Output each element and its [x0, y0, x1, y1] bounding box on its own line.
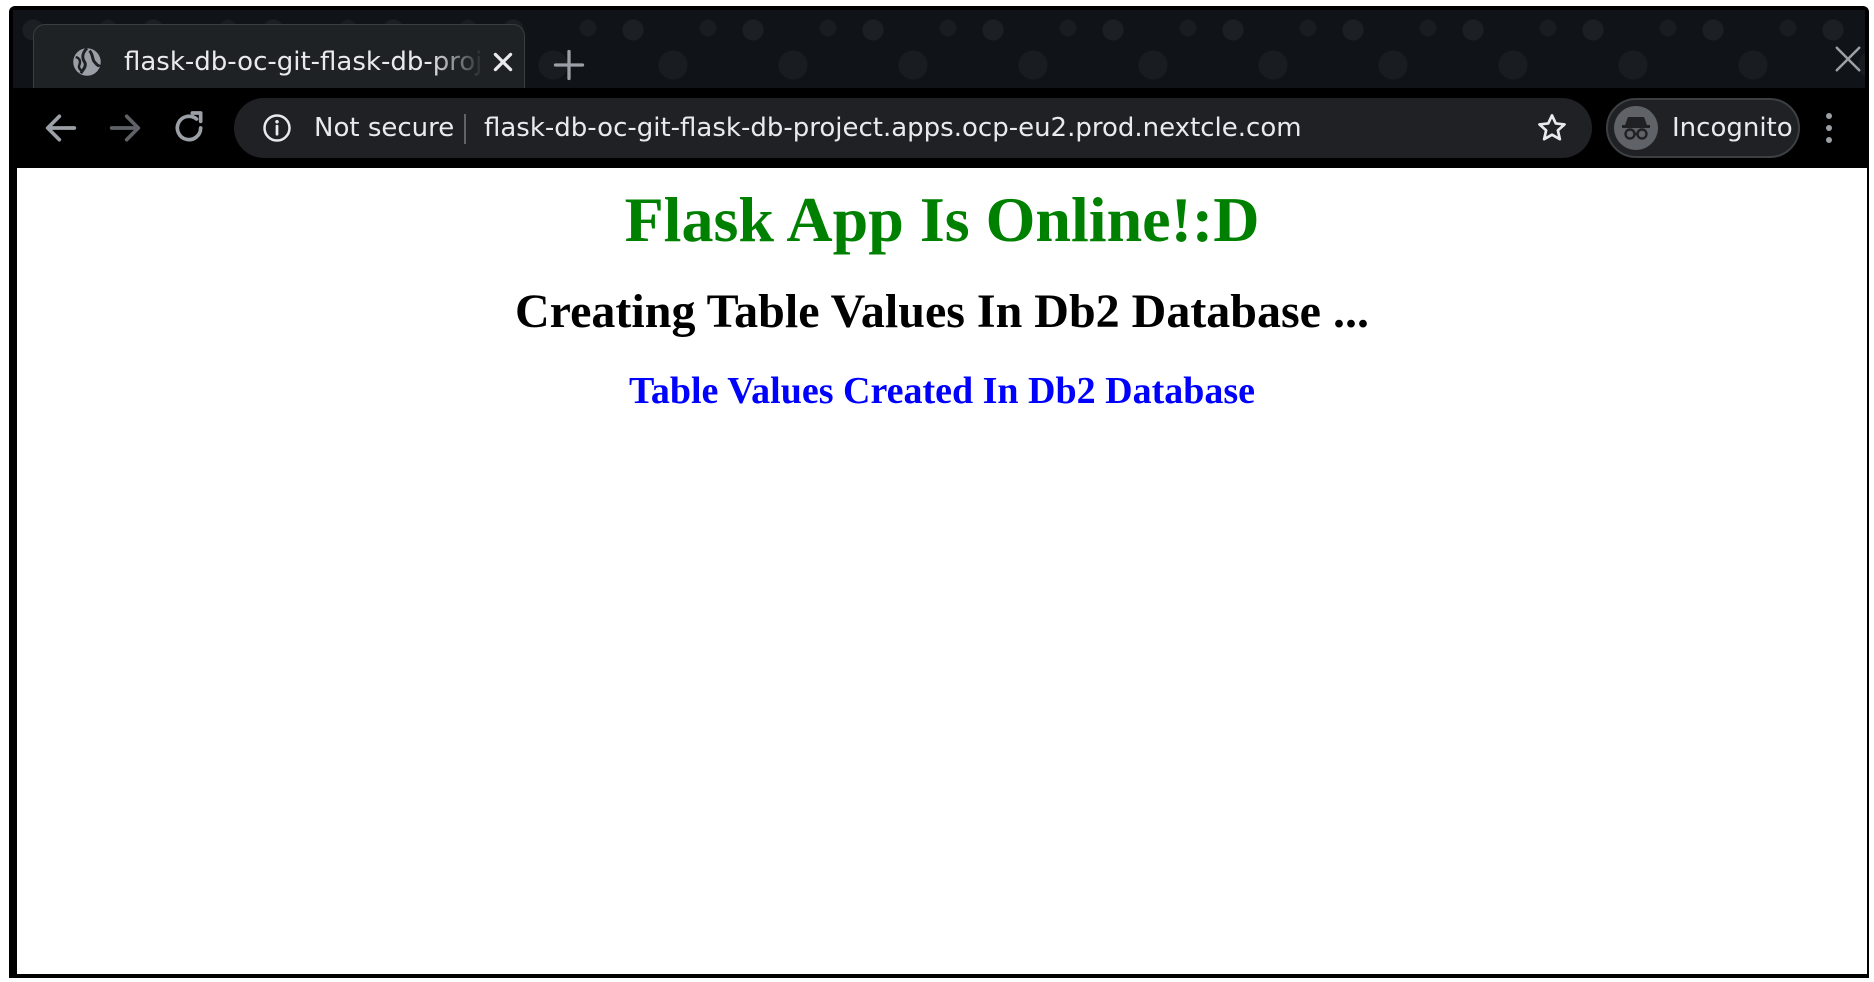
star-icon[interactable]	[1536, 112, 1568, 144]
page-content: Flask App Is Online!:D Creating Table Va…	[17, 168, 1867, 416]
browser-window: flask-db-oc-git-flask-db-project.apps.oc…	[0, 0, 1874, 982]
incognito-icon	[1622, 117, 1650, 140]
close-icon[interactable]	[490, 49, 516, 75]
reload-icon[interactable]	[169, 108, 209, 148]
omnibox-divider	[464, 114, 466, 144]
plus-icon[interactable]	[551, 47, 587, 83]
security-label[interactable]: Not secure	[314, 98, 454, 158]
tab-strip: flask-db-oc-git-flask-db-project.apps.oc…	[13, 10, 1865, 94]
close-icon[interactable]	[1833, 44, 1863, 74]
incognito-label: Incognito	[1672, 113, 1793, 143]
arrow-left-icon[interactable]	[41, 108, 81, 148]
globe-icon	[73, 47, 101, 76]
page-subheading: Creating Table Values In Db2 Database ..…	[515, 285, 1369, 338]
address-bar[interactable]: Not secure flask-db-oc-git-flask-db-proj…	[234, 98, 1592, 158]
url-text[interactable]: flask-db-oc-git-flask-db-project.apps.oc…	[484, 98, 1302, 158]
page-heading: Flask App Is Online!:D	[624, 184, 1260, 255]
tab-title: flask-db-oc-git-flask-db-project.apps.oc…	[124, 47, 484, 77]
window-bottom-border	[9, 974, 1869, 978]
status-message: Table Values Created In Db2 Database	[628, 370, 1256, 412]
arrow-right-icon[interactable]	[105, 108, 145, 148]
page-viewport: Flask App Is Online!:D Creating Table Va…	[17, 168, 1867, 974]
info-icon[interactable]	[262, 113, 292, 143]
incognito-button[interactable]: Incognito	[1606, 98, 1800, 158]
toolbar: Not secure flask-db-oc-git-flask-db-proj…	[13, 88, 1865, 168]
more-vertical-icon[interactable]	[1819, 108, 1839, 148]
incognito-avatar	[1614, 106, 1658, 150]
tab-active[interactable]: flask-db-oc-git-flask-db-project.apps.oc…	[33, 24, 525, 94]
